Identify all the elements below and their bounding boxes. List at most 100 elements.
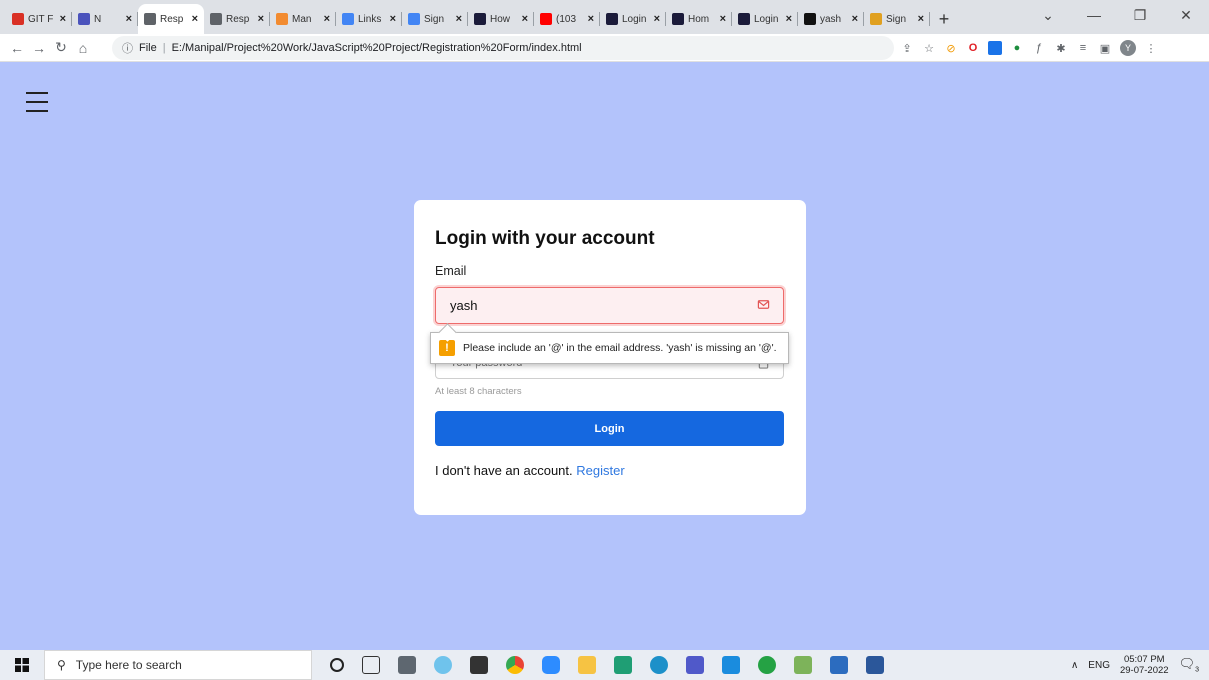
paint3d-icon[interactable] (794, 656, 812, 674)
register-link[interactable]: Register (576, 463, 624, 478)
new-extension-icon[interactable] (988, 41, 1002, 55)
browser-tab[interactable]: Hom × (666, 4, 732, 34)
validation-tooltip: ! Please include an '@' in the email add… (430, 332, 789, 364)
tab-close-icon[interactable]: × (324, 13, 330, 25)
task-view-icon[interactable] (362, 656, 380, 674)
new-tab-button[interactable]: + (930, 4, 958, 34)
back-button[interactable]: ← (6, 37, 28, 59)
browser-tab[interactable]: Links × (336, 4, 402, 34)
side-panel-icon[interactable]: ▣ (1098, 41, 1112, 55)
tab-close-icon[interactable]: × (60, 13, 66, 25)
green-extension-icon[interactable]: ● (1010, 41, 1024, 55)
minimize-button[interactable]: — (1071, 0, 1117, 30)
terminal-icon[interactable] (470, 656, 488, 674)
browser-tab[interactable]: (103 × (534, 4, 600, 34)
extensions-area: ⇪ ☆ ⊘ O ● ƒ ✱ ≡ ▣ Y ⋮ (900, 36, 1158, 60)
extension-blocker-icon[interactable]: ⊘ (944, 41, 958, 55)
windows-taskbar: ⚲ Type here to search ∧ ENG 05:07 PM 29-… (0, 650, 1209, 680)
tray-overflow-icon[interactable]: ∧ (1071, 660, 1078, 671)
tab-close-icon[interactable]: × (852, 13, 858, 25)
reading-list-icon[interactable]: ≡ (1076, 41, 1090, 55)
menu-kebab-icon[interactable]: ⋮ (1144, 41, 1158, 55)
system-tray: ∧ ENG 05:07 PM 29-07-2022 🗨3 (1071, 650, 1209, 680)
tab-close-icon[interactable]: × (192, 13, 198, 25)
browser-tab[interactable]: Resp × (138, 4, 204, 34)
opera-icon[interactable]: O (966, 41, 980, 55)
word-icon[interactable] (866, 656, 884, 674)
edge-icon[interactable] (650, 656, 668, 674)
envelope-icon (757, 300, 770, 309)
restore-button[interactable]: ❐ (1117, 0, 1163, 30)
tab-favicon-icon (144, 13, 156, 25)
tab-label: Resp (160, 13, 184, 25)
search-icon: ⚲ (57, 658, 66, 672)
register-prefix-text: I don't have an account. (435, 463, 573, 478)
tab-close-icon[interactable]: × (918, 13, 924, 25)
file-explorer-icon[interactable] (578, 656, 596, 674)
address-bar[interactable]: ⓘ File | E:/Manipal/Project%20Work/JavaS… (112, 36, 894, 60)
tab-search-icon[interactable]: ⌄ (1025, 0, 1071, 30)
calculator-icon[interactable] (398, 656, 416, 674)
tab-close-icon[interactable]: × (456, 13, 462, 25)
cortana-icon[interactable] (330, 658, 344, 672)
taskbar-pinned-apps (330, 656, 884, 674)
tab-close-icon[interactable]: × (126, 13, 132, 25)
login-button[interactable]: Login (435, 411, 784, 446)
paint-icon[interactable] (434, 656, 452, 674)
email-input[interactable] (435, 287, 784, 324)
browser-tab[interactable]: Resp × (204, 4, 270, 34)
tab-label: N (94, 13, 102, 25)
notification-count: 3 (1195, 666, 1199, 674)
warning-icon: ! (439, 340, 455, 356)
validation-message: Please include an '@' in the email addre… (463, 342, 777, 354)
browser-tab[interactable]: Login × (600, 4, 666, 34)
extensions-puzzle-icon[interactable]: ✱ (1054, 41, 1068, 55)
bookmark-star-icon[interactable]: ☆ (922, 41, 936, 55)
tab-favicon-icon (540, 13, 552, 25)
clock-time: 05:07 PM (1123, 654, 1165, 665)
zoom-icon[interactable] (542, 656, 560, 674)
browser-tab[interactable]: GIT F × (6, 4, 72, 34)
tab-close-icon[interactable]: × (390, 13, 396, 25)
formula-extension-icon[interactable]: ƒ (1032, 41, 1046, 55)
home-button[interactable]: ⌂ (72, 37, 94, 59)
browser-tab[interactable]: Sign × (402, 4, 468, 34)
tab-favicon-icon (12, 13, 24, 25)
browser-tab[interactable]: Man × (270, 4, 336, 34)
photos-icon[interactable] (614, 656, 632, 674)
hamburger-menu-icon[interactable] (26, 92, 48, 112)
chrome-icon[interactable] (506, 656, 524, 674)
tab-label: Sign (886, 13, 907, 25)
tab-label: (103 (556, 13, 577, 25)
whatsapp-icon[interactable] (758, 656, 776, 674)
close-window-button[interactable]: ✕ (1163, 0, 1209, 30)
browser-tab[interactable]: yash × (798, 4, 864, 34)
site-info-icon[interactable]: ⓘ (122, 40, 133, 56)
windows-start-icon[interactable] (0, 650, 44, 680)
card-title: Login with your account (435, 228, 655, 249)
teams-icon[interactable] (686, 656, 704, 674)
tab-close-icon[interactable]: × (588, 13, 594, 25)
profile-avatar[interactable]: Y (1120, 40, 1136, 56)
vscode-icon[interactable] (722, 656, 740, 674)
taskbar-search-box[interactable]: ⚲ Type here to search (44, 650, 312, 680)
browser-tab[interactable]: How × (468, 4, 534, 34)
browser-tab[interactable]: Sign × (864, 4, 930, 34)
tab-close-icon[interactable]: × (720, 13, 726, 25)
forward-button[interactable]: → (28, 37, 50, 59)
tab-close-icon[interactable]: × (786, 13, 792, 25)
tab-label: Links (358, 13, 382, 25)
tab-close-icon[interactable]: × (522, 13, 528, 25)
gallery-icon[interactable] (830, 656, 848, 674)
url-scheme-label: File (139, 42, 157, 54)
browser-tab[interactable]: Login × (732, 4, 798, 34)
tab-close-icon[interactable]: × (654, 13, 660, 25)
reload-button[interactable]: ↻ (50, 37, 72, 59)
browser-tab[interactable]: N × (72, 4, 138, 34)
clock[interactable]: 05:07 PM 29-07-2022 (1120, 654, 1169, 676)
notification-center-icon[interactable]: 🗨3 (1179, 656, 1199, 674)
url-text: E:/Manipal/Project%20Work/JavaScript%20P… (171, 42, 582, 54)
language-indicator[interactable]: ENG (1088, 660, 1110, 671)
share-icon[interactable]: ⇪ (900, 41, 914, 55)
tab-close-icon[interactable]: × (258, 13, 264, 25)
